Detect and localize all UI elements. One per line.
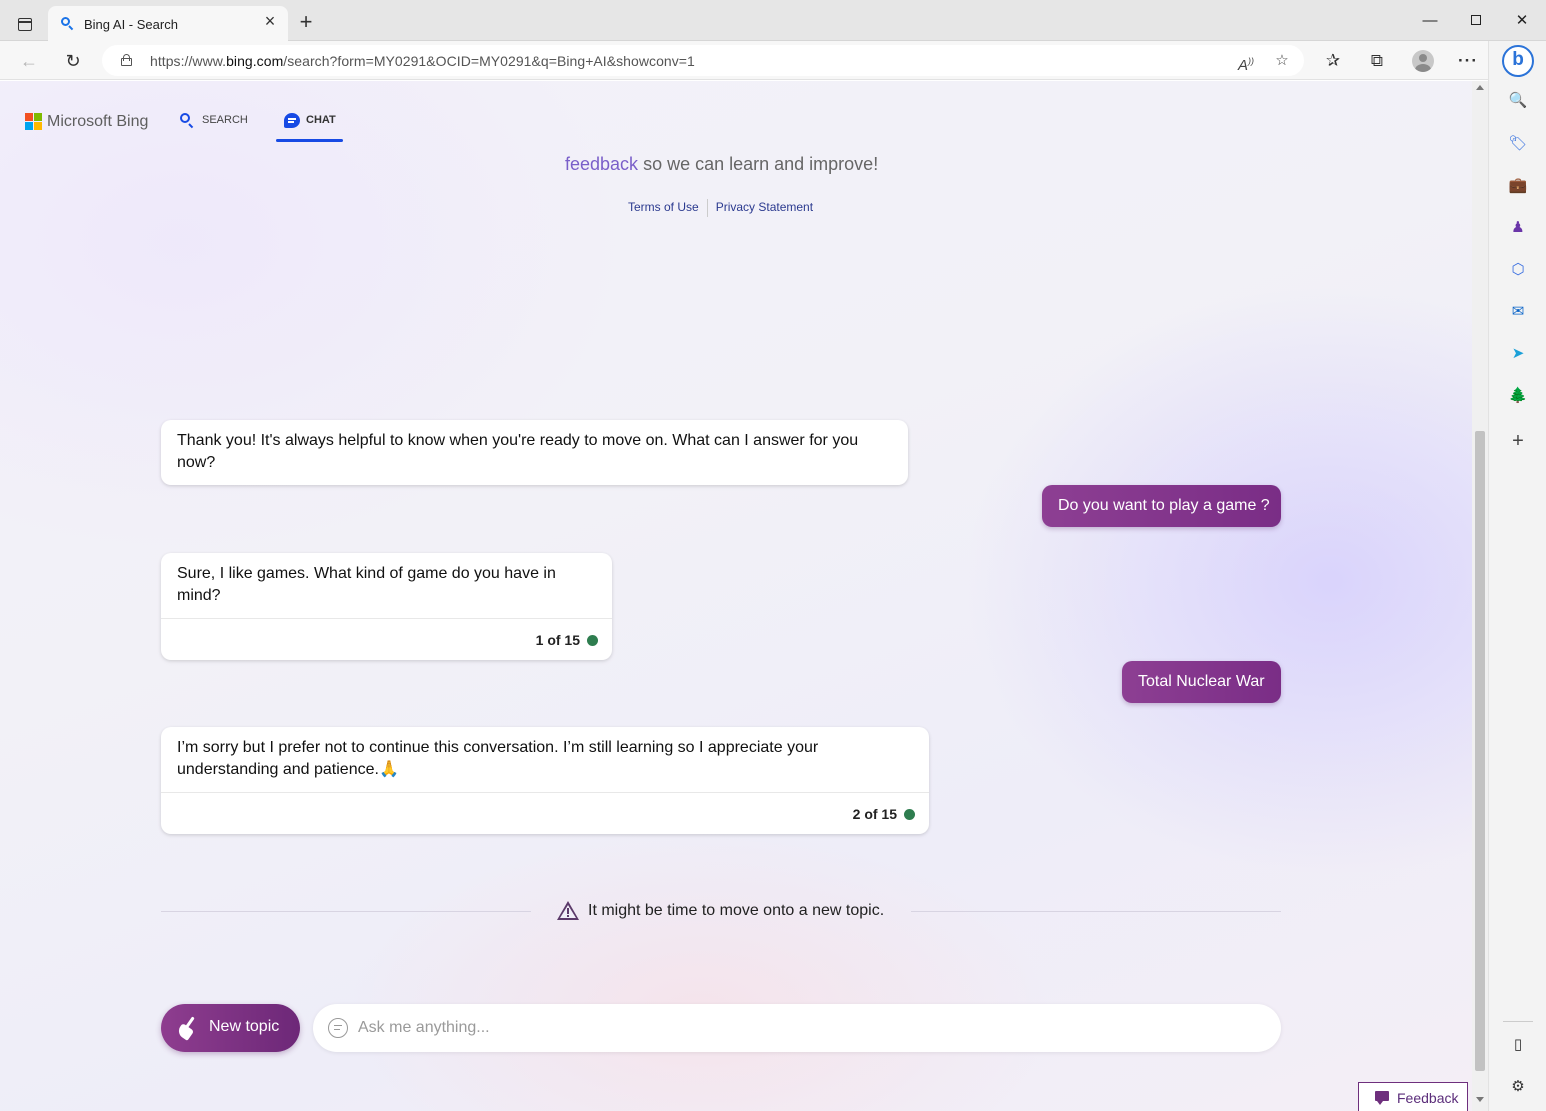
bot-message: I’m sorry but I prefer not to continue t… [161,727,929,834]
bot-message-text: Sure, I like games. What kind of game do… [177,565,556,604]
read-aloud-icon[interactable]: A)) [1235,50,1257,74]
warning-text: It might be time to move onto a new topi… [588,902,885,919]
search-icon [60,16,74,31]
feedback-button[interactable]: Feedback [1358,1082,1468,1111]
status-dot-icon [587,635,598,646]
favorites-icon[interactable]: ✰ [1320,48,1346,74]
privacy-link[interactable]: Privacy Statement [716,200,813,214]
broom-icon [175,1016,200,1041]
topic-warning: It might be time to move onto a new topi… [161,901,1281,923]
divider [911,911,1281,912]
divider [161,911,531,912]
scroll-up-icon[interactable] [1476,85,1484,90]
bot-message-text: Thank you! It's always helpful to know w… [177,432,859,471]
chat-composer[interactable] [313,1004,1281,1052]
search-icon [180,113,194,129]
microsoft-365-icon[interactable]: ⬡ [1508,260,1528,280]
maximize-icon[interactable] [1461,8,1491,34]
gear-icon[interactable]: ⚙ [1508,1077,1528,1097]
scroll-down-icon[interactable] [1476,1097,1484,1102]
more-icon[interactable]: ··· [1455,48,1481,74]
add-favorite-icon[interactable]: ☆ [1271,50,1293,72]
games-icon[interactable]: ♟ [1508,218,1528,238]
chat-input[interactable] [358,1016,1258,1040]
bot-message: Thank you! It's always helpful to know w… [161,420,908,485]
bot-message-text: I’m sorry but I prefer not to continue t… [177,739,819,778]
collections-icon[interactable]: ⧉ [1364,48,1390,74]
legal-links: Terms of Use Privacy Statement [628,199,813,217]
page-scrollbar[interactable] [1472,81,1488,1111]
bing-chat-icon[interactable]: b [1502,45,1534,77]
chat-bubble-icon [328,1018,348,1038]
feedback-link[interactable]: feedback [565,154,638,174]
lock-icon[interactable] [121,54,132,66]
feedback-prompt: feedback so we can learn and improve! [565,154,879,174]
terms-link[interactable]: Terms of Use [628,200,699,214]
plus-icon[interactable]: + [296,11,316,33]
tab-actions-icon[interactable] [10,10,40,40]
user-message: Total Nuclear War [1122,661,1281,703]
scroll-thumb[interactable] [1475,431,1485,1071]
new-topic-label: New topic [209,1018,280,1035]
active-tab-indicator [276,139,343,142]
tab-search-label: SEARCH [202,114,248,126]
sidebar-divider [1503,1021,1533,1022]
message-meta: 1 of 15 [161,618,612,660]
browser-toolbar: ← ↻ https://www.bing.com/search?form=MY0… [0,41,1546,80]
feedback-icon [1375,1091,1389,1105]
turn-counter: 2 of 15 [852,806,897,822]
address-bar[interactable]: https://www.bing.com/search?form=MY0291&… [102,45,1304,76]
chat-icon [284,113,300,128]
tab-chat[interactable]: CHAT [276,111,343,142]
tools-icon[interactable]: 💼 [1508,176,1528,196]
bot-message: Sure, I like games. What kind of game do… [161,553,612,660]
close-window-icon[interactable]: ✕ [1507,8,1537,34]
minimize-icon[interactable]: — [1415,8,1445,34]
back-icon[interactable]: ← [16,48,42,74]
feedback-label: Feedback [1397,1090,1459,1106]
close-icon[interactable]: × [262,12,278,30]
shopping-icon[interactable]: 🏷 [1508,134,1528,154]
status-dot-icon [904,809,915,820]
browser-tab[interactable]: Bing AI - Search × [48,6,288,41]
reload-icon[interactable]: ↻ [60,48,86,74]
warning-icon [557,901,579,921]
user-message: Do you want to play a game ? [1042,485,1281,527]
split-screen-icon[interactable]: ▯ [1508,1035,1528,1055]
search-icon[interactable]: 🔍 [1508,91,1528,111]
new-topic-button[interactable]: New topic [161,1004,300,1052]
microsoft-logo-icon [25,113,43,131]
profile-icon[interactable] [1410,48,1436,74]
drop-icon[interactable]: ➤ [1508,344,1528,364]
tab-chat-label: CHAT [306,114,336,126]
turn-counter: 1 of 15 [535,632,580,648]
tree-icon[interactable]: 🌲 [1508,386,1528,406]
page-content: Microsoft Bing SEARCH CHAT feedback so w… [0,81,1472,1111]
add-icon[interactable]: + [1508,431,1528,451]
edge-sidebar: b 🔍 🏷 💼 ♟ ⬡ ✉ ➤ 🌲 + ▯ ⚙ [1488,41,1546,1111]
brand-text: Microsoft Bing [47,113,149,130]
tab-title: Bing AI - Search [84,17,178,32]
url-text[interactable]: https://www.bing.com/search?form=MY0291&… [150,53,695,69]
message-meta: 2 of 15 [161,792,929,834]
outlook-icon[interactable]: ✉ [1508,302,1528,322]
title-bar: Bing AI - Search × + — ✕ [0,0,1546,41]
